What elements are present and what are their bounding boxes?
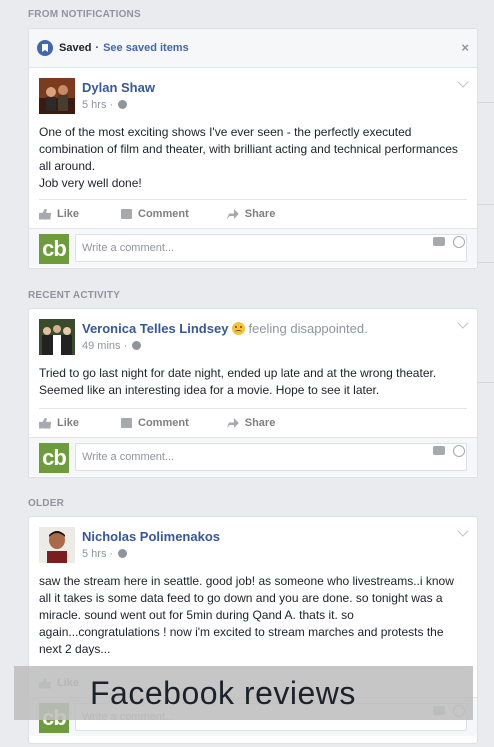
like-label: Like [57, 417, 80, 429]
commenter-avatar: cb [39, 234, 69, 264]
saved-label: Saved [59, 42, 92, 54]
post-body: One of the most exciting shows I've ever… [39, 125, 458, 190]
saved-bar: Saved · See saved items × [29, 29, 477, 68]
smiley-icon[interactable] [453, 445, 465, 457]
post-header: Veronica Telles Lindsey feeling disappoin… [29, 309, 477, 357]
like-icon [39, 208, 51, 220]
comment-bar: cb Write a comment... [29, 437, 477, 476]
globe-icon [132, 341, 142, 350]
sad-emoji-icon [232, 322, 246, 335]
post-time-text[interactable]: 49 mins [82, 340, 121, 352]
post-time[interactable]: 5 hrs · [82, 548, 128, 560]
camera-icon[interactable] [433, 237, 445, 246]
section-label-older: OLDER [28, 498, 64, 509]
chevron-down-icon[interactable] [457, 76, 469, 88]
section-label-notifications: FROM NOTIFICATIONS [28, 9, 141, 20]
share-button[interactable]: Share [226, 208, 276, 220]
post-time-text[interactable]: 5 hrs [82, 99, 106, 111]
comment-label: Comment [138, 417, 189, 429]
chevron-down-icon[interactable] [457, 317, 469, 329]
camera-icon[interactable] [433, 446, 445, 455]
avatar[interactable] [39, 527, 75, 563]
comment-button[interactable]: Comment [121, 417, 189, 429]
bookmark-icon [37, 40, 53, 56]
share-icon [226, 418, 239, 428]
post-card-2: Veronica Telles Lindsey feeling disappoin… [28, 308, 478, 478]
comment-button[interactable]: Comment [121, 208, 189, 220]
share-label: Share [244, 208, 276, 220]
globe-icon [118, 100, 128, 109]
share-label: Share [244, 417, 276, 429]
close-icon[interactable]: × [461, 40, 469, 55]
caption-banner: Facebook reviews [14, 666, 473, 720]
post-body: Tried to go last night for date night, e… [39, 366, 437, 397]
comment-input[interactable]: Write a comment... [75, 234, 467, 262]
like-label: Like [57, 208, 80, 220]
comment-icon [121, 209, 133, 219]
post-header: Dylan Shaw 5 hrs · [29, 68, 477, 116]
author-name-text[interactable]: Veronica Telles Lindsey [82, 321, 228, 336]
share-button[interactable]: Share [226, 417, 276, 429]
comment-icon [121, 418, 133, 428]
comment-input[interactable]: Write a comment... [75, 443, 467, 471]
comment-bar: cb Write a comment... [29, 228, 477, 267]
section-label-recent: RECENT ACTIVITY [28, 290, 121, 301]
post-actions: Like Comment Share [39, 199, 467, 228]
smiley-icon[interactable] [453, 236, 465, 248]
separator-dot: · [95, 42, 100, 54]
comment-label: Comment [138, 208, 189, 220]
post-header: Nicholas Polimenakos 5 hrs · [29, 517, 477, 565]
post-time[interactable]: 49 mins · [82, 340, 142, 352]
avatar[interactable] [39, 78, 75, 114]
share-icon [226, 209, 239, 219]
like-icon [39, 417, 51, 429]
like-button[interactable]: Like [39, 417, 79, 429]
author-name[interactable]: Dylan Shaw [82, 80, 155, 95]
commenter-avatar: cb [39, 443, 69, 473]
post-card-1: Saved · See saved items × Dylan Shaw 5 h… [28, 28, 478, 269]
post-body: saw the stream here in seattle. good job… [39, 574, 454, 656]
post-actions: Like Comment Share [39, 408, 467, 437]
author-name[interactable]: Veronica Telles Lindsey feeling disappoin… [82, 321, 368, 336]
feeling-text: feeling disappointed. [248, 321, 368, 336]
author-name[interactable]: Nicholas Polimenakos [82, 529, 220, 544]
post-time-text[interactable]: 5 hrs [82, 548, 106, 560]
chevron-down-icon[interactable] [457, 525, 469, 537]
post-time[interactable]: 5 hrs · [82, 99, 128, 111]
see-saved-items-link[interactable]: See saved items [103, 42, 189, 54]
avatar[interactable] [39, 319, 75, 355]
like-button[interactable]: Like [39, 208, 79, 220]
globe-icon [118, 549, 128, 558]
